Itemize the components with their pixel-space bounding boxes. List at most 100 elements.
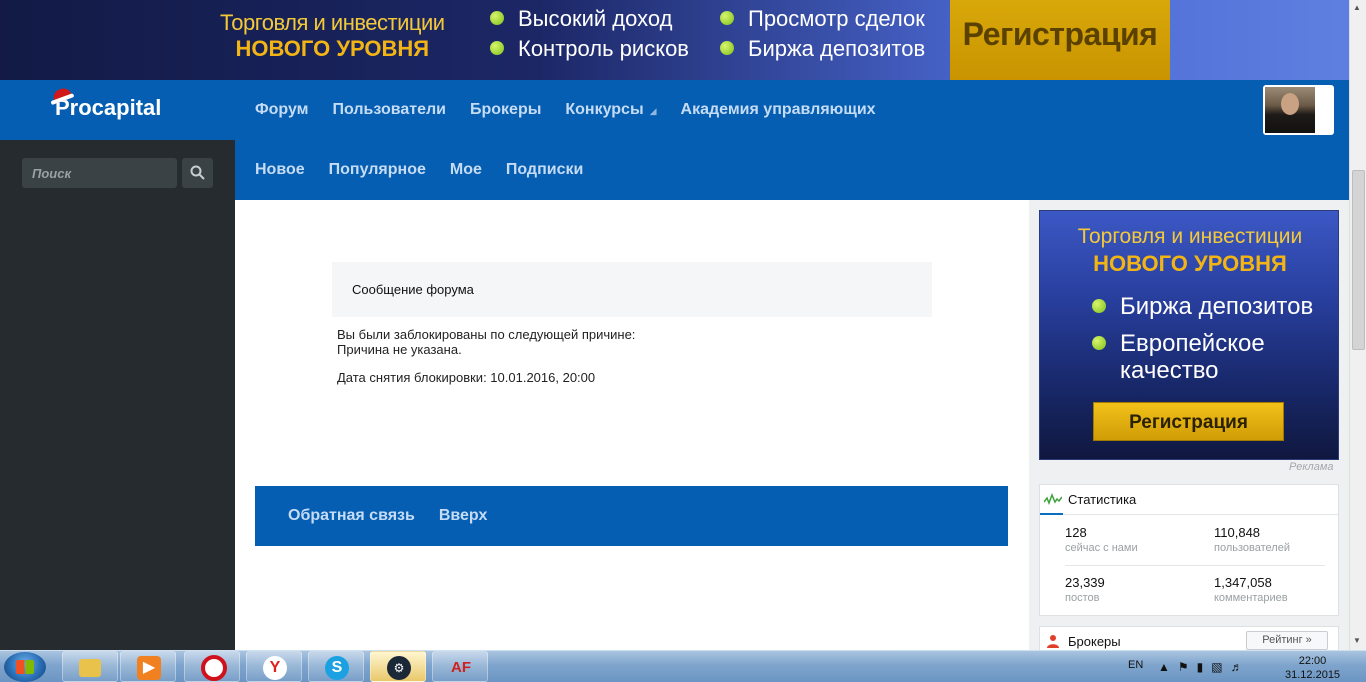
person-icon [1047, 635, 1059, 648]
message-body: Вы были заблокированы по следующей причи… [337, 327, 635, 357]
ad-bullet-text: качество [1120, 357, 1219, 384]
tab-new[interactable]: Новое [255, 161, 305, 179]
footer-bar: Обратная связь Вверх [255, 486, 1008, 546]
message-line2: Причина не указана. [337, 342, 462, 357]
tab-popular[interactable]: Популярное [329, 161, 426, 179]
top-ad-banner[interactable]: Торговля и инвестиции НОВОГО УРОВНЯ Высо… [0, 0, 1349, 80]
bullet-dot-icon [490, 11, 504, 26]
stat-value: 1,347,058 [1214, 575, 1272, 590]
avatar[interactable] [1265, 87, 1315, 133]
feedback-link[interactable]: Обратная связь [288, 507, 415, 525]
stats-panel: Статистика 128 сейчас с нами 110,848 пол… [1039, 484, 1339, 616]
message-line1: Вы были заблокированы по следующей причи… [337, 327, 636, 342]
stats-title: Статистика [1068, 492, 1137, 507]
opera-icon [201, 655, 227, 681]
taskbar-explorer[interactable] [62, 651, 118, 682]
search-input[interactable] [22, 158, 177, 188]
taskbar-skype[interactable]: S [308, 651, 364, 682]
bullet-dot-icon [720, 41, 734, 56]
stats-tab-indicator [1040, 513, 1063, 515]
nav-contests-label: Конкурсы [565, 101, 644, 118]
stat-posts: 23,339 постов [1065, 575, 1105, 604]
ad-headline-line2: НОВОГО УРОВНЯ [1093, 251, 1287, 276]
ad-register-button[interactable]: Регистрация [1093, 402, 1284, 441]
scroll-down-icon[interactable]: ▼ [1353, 636, 1361, 645]
taskbar-yandex[interactable]: Y [246, 651, 302, 682]
yandex-icon: Y [263, 656, 287, 680]
ad-bullet-text: Европейское [1120, 330, 1265, 357]
taskbar-steam[interactable]: ⚙ [370, 651, 426, 682]
ad-label: Реклама [1289, 461, 1334, 473]
left-sidebar [0, 140, 235, 650]
search-button[interactable] [182, 158, 213, 188]
brokers-panel: Брокеры Рейтинг » [1039, 626, 1339, 650]
clock[interactable]: 22:00 31.12.2015 [1285, 654, 1340, 682]
chart-line-icon [1044, 493, 1062, 505]
nav-forum[interactable]: Форум [255, 101, 309, 119]
ad-bullet: Европейское качество [1092, 330, 1265, 384]
ad-bullet-text: Биржа депозитов [1120, 293, 1314, 320]
skype-icon: S [325, 656, 349, 680]
nav-brokers[interactable]: Брокеры [470, 101, 541, 119]
stat-label: сейчас с нами [1065, 542, 1138, 554]
banner-bullet: Просмотр сделок [748, 6, 925, 31]
divider [1065, 565, 1325, 566]
bullet-dot-icon [490, 41, 504, 56]
banner-bullets-col2: Просмотр сделок Биржа депозитов [720, 4, 925, 64]
banner-register-button[interactable]: Регистрация [950, 0, 1170, 80]
taskbar-app[interactable]: AF [432, 651, 488, 682]
play-icon: ▶ [137, 656, 161, 680]
stat-label: постов [1065, 592, 1100, 604]
ad-bullet: Биржа депозитов [1092, 293, 1314, 320]
scroll-up-icon[interactable]: ▲ [1353, 3, 1361, 12]
main-nav: Форум Пользователи Брокеры Конкурсы ◢ Ака… [255, 80, 900, 140]
stat-online: 128 сейчас с нами [1065, 525, 1138, 554]
folder-icon [79, 659, 101, 677]
banner-bullets-col1: Высокий доход Контроль рисков [490, 4, 689, 64]
stat-comments: 1,347,058 комментариев [1214, 575, 1288, 604]
tray-icons[interactable]: ▲⚑▮▧♬ [1158, 660, 1251, 674]
rating-button[interactable]: Рейтинг » [1246, 631, 1328, 650]
ad-headline-line1: Торговля и инвестиции [1077, 225, 1303, 248]
stat-label: комментариев [1214, 592, 1288, 604]
site-header: Procapital Форум Пользователи Брокеры Ко… [0, 80, 1349, 140]
message-title-box: Сообщение форума [332, 262, 932, 317]
stat-users: 110,848 пользователей [1214, 525, 1290, 554]
clock-time: 22:00 [1298, 655, 1327, 667]
site-logo[interactable]: Procapital [51, 86, 162, 121]
banner-bullet: Биржа депозитов [748, 36, 926, 61]
af-icon: AF [451, 659, 471, 676]
banner-headline-line1: Торговля и инвестиции [220, 10, 445, 35]
clock-date: 31.12.2015 [1285, 669, 1341, 681]
sidebar-ad[interactable]: Торговля и инвестиции НОВОГО УРОВНЯ Бирж… [1039, 210, 1339, 460]
stat-value: 128 [1065, 525, 1087, 540]
taskbar-media-player[interactable]: ▶ [120, 651, 176, 682]
stats-header: Статистика [1040, 485, 1338, 515]
message-title: Сообщение форума [352, 282, 474, 297]
page-scrollbar[interactable]: ▲ ▼ [1349, 0, 1366, 650]
banner-bullet: Высокий доход [518, 6, 673, 31]
right-sidebar: Торговля и инвестиции НОВОГО УРОВНЯ Бирж… [1029, 200, 1349, 650]
taskbar-opera[interactable] [184, 651, 240, 682]
stat-label: пользователей [1214, 542, 1290, 554]
tab-mine[interactable]: Мое [450, 161, 482, 179]
logo-text: Procapital [55, 95, 162, 120]
sub-nav: Новое Популярное Мое Подписки [235, 140, 1349, 200]
brokers-title: Брокеры [1068, 634, 1121, 649]
bullet-dot-icon [1092, 299, 1106, 313]
steam-icon: ⚙ [387, 656, 411, 680]
language-indicator[interactable]: EN [1128, 659, 1143, 671]
back-to-top-link[interactable]: Вверх [439, 507, 488, 525]
nav-contests[interactable]: Конкурсы ◢ [565, 101, 656, 119]
bullet-dot-icon [720, 11, 734, 26]
nav-users[interactable]: Пользователи [333, 101, 446, 119]
user-menu[interactable] [1263, 85, 1334, 135]
stat-value: 23,339 [1065, 575, 1105, 590]
banner-bullet: Контроль рисков [518, 36, 689, 61]
start-button[interactable] [4, 652, 46, 682]
tab-subscriptions[interactable]: Подписки [506, 161, 583, 179]
search-icon [190, 165, 205, 180]
banner-headline-line2: НОВОГО УРОВНЯ [235, 36, 430, 61]
scrollbar-thumb[interactable] [1352, 170, 1365, 350]
nav-academy[interactable]: Академия управляющих [681, 101, 876, 119]
